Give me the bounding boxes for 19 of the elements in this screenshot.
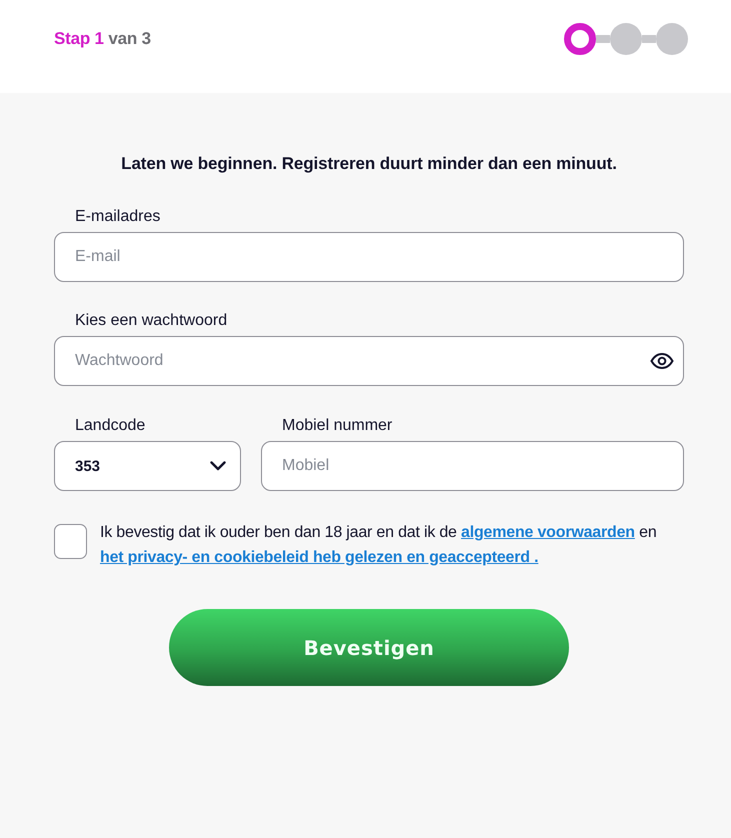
- step-connector: [596, 34, 610, 42]
- password-field[interactable]: Wachtwoord: [54, 336, 684, 386]
- intro-heading: Laten we beginnen. Registreren duurt minder dan een minuut.: [120, 154, 618, 174]
- field-label: E-mailadres: [74, 207, 162, 227]
- chevron-down-icon: [210, 461, 226, 471]
- country-code-select[interactable]: 353: [54, 441, 241, 491]
- field-label: Landcode: [74, 416, 146, 436]
- eye-icon[interactable]: [650, 353, 674, 369]
- consent-checkbox[interactable]: [54, 524, 87, 559]
- consent-text: Ik bevestig dat ik ouder ben dan 18 jaar en dat ik de algemene voorwaarden en het privacy- en cookiebeleid heb gelezen en geaccepteerd .: [100, 523, 658, 568]
- step-connector: [642, 34, 656, 42]
- email-field[interactable]: E-mail: [54, 232, 684, 282]
- field-label: Kies een wachtwoord: [74, 311, 228, 331]
- mobile-number-field[interactable]: Mobiel: [261, 441, 684, 491]
- step-counter: Stap 1 van 3: [54, 28, 151, 48]
- confirm-button[interactable]: Bevestigen: [169, 609, 569, 686]
- terms-link[interactable]: het privacy- en cookiebeleid heb gelezen en geaccepteerd .: [100, 549, 538, 566]
- terms-link[interactable]: algemene voorwaarden: [461, 524, 635, 541]
- field-label: Mobiel nummer: [281, 416, 394, 436]
